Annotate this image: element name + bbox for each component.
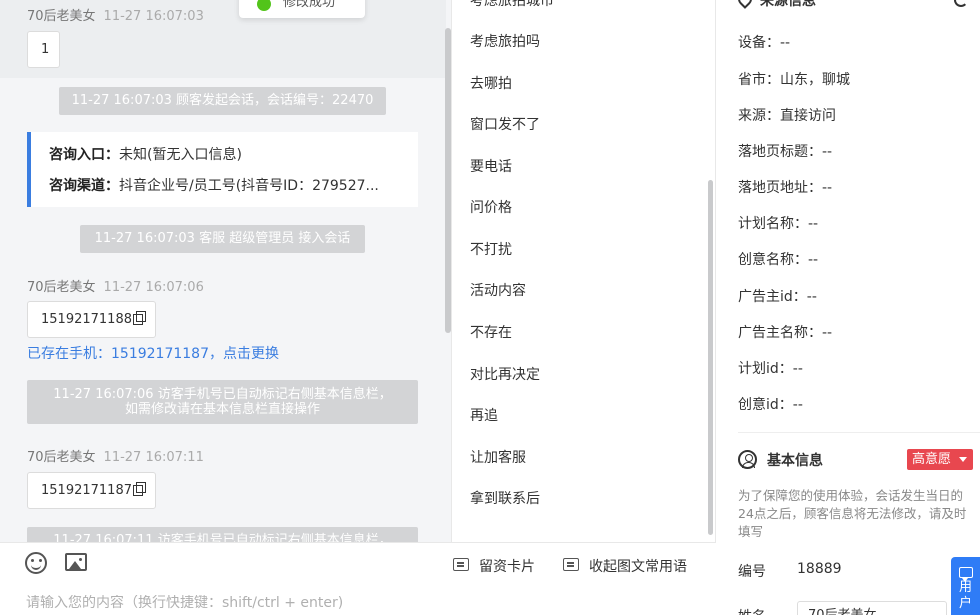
chat-scrollbar[interactable] (445, 28, 451, 333)
id-value: 18889 (797, 561, 842, 577)
message-bubble[interactable]: 1 (27, 31, 61, 68)
phrase-item[interactable]: 问价格 (470, 197, 512, 217)
message-sender: 70后老美女 11-27 16:07:11 (27, 450, 204, 465)
message-block: 70后老美女 11-27 16:07:03 1 (0, 0, 446, 78)
emoji-icon[interactable] (25, 552, 47, 574)
consult-channel: 咨询渠道：抖音企业号/员工号(抖音号ID：279527... (49, 178, 379, 194)
phrase-item[interactable]: 不存在 (470, 322, 512, 342)
consult-entry: 咨询入口：未知(暂无入口信息) (49, 147, 242, 163)
source-landing-title: 落地页标题：-- (738, 144, 833, 160)
copy-icon[interactable] (132, 311, 146, 325)
phrase-item[interactable]: 要电话 (470, 156, 512, 176)
source-advertiser-name: 广告主名称：-- (738, 325, 833, 341)
name-label: 姓名 (738, 606, 766, 615)
message-time: 11-27 16:07:03 (103, 9, 204, 24)
source-info-title: 来源信息 (735, 0, 816, 10)
phrases-scrollbar[interactable] (708, 180, 713, 535)
source-plan-name: 计划名称：-- (738, 216, 819, 232)
consult-info-card: 咨询入口：未知(暂无入口信息) 咨询渠道：抖音企业号/员工号(抖音号ID：279… (27, 132, 418, 207)
message-icon (563, 558, 579, 571)
message-text: 15192171188 (41, 312, 132, 327)
phrase-item[interactable]: 不打扰 (470, 239, 512, 259)
success-toast: 修改成功 (239, 0, 365, 18)
message-sender: 70后老美女 11-27 16:07:03 (27, 9, 204, 24)
edit-notice: 为了保障您的使用体验，会话发生当日的24点之后，顾客信息将无法修改，请及时填写 (738, 488, 967, 539)
chat-message-list[interactable]: 70后老美女 11-27 16:07:03 1 11-27 16:07:03 顾客… (0, 0, 451, 542)
chat-panel: 70后老美女 11-27 16:07:03 1 11-27 16:07:03 顾客… (0, 0, 452, 615)
message-input[interactable] (26, 595, 626, 611)
source-region: 省市：山东，聊城 (738, 72, 850, 88)
system-message: 11-27 16:07:11 访客手机号已自动标记右侧基本信息栏， (27, 527, 418, 542)
id-label: 编号 (738, 564, 766, 580)
caret-down-icon (959, 457, 967, 462)
message-time: 11-27 16:07:06 (103, 280, 204, 295)
message-time: 11-27 16:07:11 (103, 450, 204, 465)
common-phrases-list[interactable]: 考虑旅拍城市 考虑旅拍吗 去哪拍 窗口发不了 要电话 问价格 不打扰 活动内容 … (452, 0, 716, 542)
basic-info-title: 基本信息 (738, 450, 823, 470)
system-message: 11-27 16:07:06 访客手机号已自动标记右侧基本信息栏， 如需修改请在… (27, 380, 418, 424)
customer-info-panel[interactable]: 来源信息 设备：-- 省市：山东，聊城 来源：直接访问 落地页标题：-- 落地页… (716, 0, 980, 615)
message-bubble[interactable]: 15192171188 (27, 301, 156, 338)
phrase-item[interactable]: 窗口发不了 (470, 114, 540, 134)
composer: 留资卡片 收起图文常用语 (0, 542, 716, 615)
phrase-item[interactable]: 去哪拍 (470, 73, 512, 93)
phrase-item[interactable]: 对比再决定 (470, 364, 540, 384)
exist-phone-link[interactable]: 已存在手机：15192171187，点击更换 (27, 343, 279, 363)
source-creative-id: 创意id：-- (738, 397, 803, 413)
user-icon (738, 450, 757, 469)
phrase-item[interactable]: 考虑旅拍城市 (470, 0, 554, 10)
intent-dropdown[interactable]: 高意愿 (907, 449, 973, 470)
location-icon (735, 0, 755, 9)
card-icon (453, 558, 469, 571)
phrase-item[interactable]: 再追 (470, 405, 498, 425)
phrase-item[interactable]: 拿到联系后 (470, 488, 540, 508)
source-advertiser-id: 广告主id：-- (738, 289, 817, 305)
system-message: 11-27 16:07:03 客服 超级管理员 接入会话 (80, 225, 365, 253)
system-message: 11-27 16:07:03 顾客发起会话，会话编号：22470 (59, 87, 386, 115)
message-sender: 70后老美女 11-27 16:07:06 (27, 280, 204, 295)
lead-card-button[interactable]: 留资卡片 (453, 556, 535, 576)
image-icon[interactable] (65, 553, 87, 571)
name-field[interactable]: 70后老美女 (797, 601, 947, 615)
source-plan-id: 计划id：-- (738, 361, 803, 377)
phrase-item[interactable]: 让加客服 (470, 447, 526, 467)
refresh-icon[interactable] (954, 0, 968, 7)
message-text: 15192171187 (41, 483, 132, 498)
source-landing-url: 落地页地址：-- (738, 180, 833, 196)
source-origin: 来源：直接访问 (738, 108, 836, 124)
message-bubble[interactable]: 15192171187 (27, 472, 156, 509)
copy-icon[interactable] (132, 482, 146, 496)
phrase-item[interactable]: 考虑旅拍吗 (470, 31, 540, 51)
chat-icon (958, 567, 973, 582)
user-float-button[interactable]: 用户 (951, 557, 980, 615)
check-circle-icon (257, 0, 271, 11)
divider (738, 432, 980, 433)
collect-phrases-button[interactable]: 收起图文常用语 (563, 556, 687, 576)
message-text: 1 (41, 42, 50, 57)
source-device: 设备：-- (738, 35, 791, 51)
source-creative-name: 创意名称：-- (738, 252, 819, 268)
phrase-item[interactable]: 活动内容 (470, 280, 526, 300)
